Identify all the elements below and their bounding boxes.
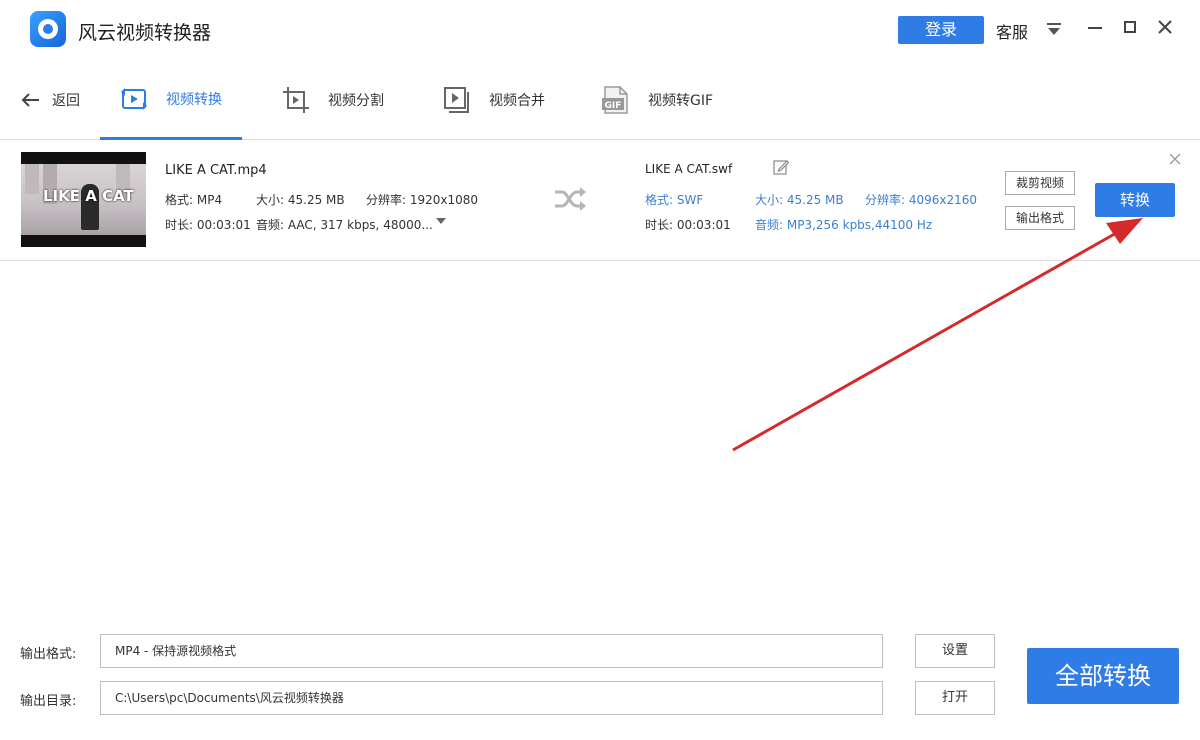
output-size[interactable]: 大小: 45.25 MB: [755, 191, 844, 208]
crop-video-button[interactable]: 裁剪视频: [1005, 171, 1075, 195]
tool-navigation: 返回 视频转换 视频分割 视频合并 GIF 视频转GIF: [0, 60, 1200, 140]
source-file-name: LIKE A CAT.mp4: [165, 163, 267, 178]
back-label: 返回: [52, 92, 80, 109]
back-button[interactable]: 返回: [20, 60, 80, 139]
open-folder-button[interactable]: 打开: [915, 681, 995, 715]
tab-label: 视频分割: [328, 92, 384, 109]
source-format: 格式: MP4: [165, 193, 223, 207]
source-resolution: 分辨率: 1920x1080: [366, 193, 479, 207]
video-thumbnail[interactable]: LIKE A CAT: [21, 152, 146, 247]
source-duration: 时长: 00:03:01: [165, 218, 251, 232]
tab-label: 视频转换: [166, 91, 222, 108]
convert-button[interactable]: 转换: [1095, 183, 1175, 217]
title-bar: 风云视频转换器 登录 客服: [0, 0, 1200, 60]
tab-label: 视频合并: [489, 92, 545, 109]
video-convert-icon: [121, 87, 147, 110]
video-merge-icon: [444, 86, 469, 113]
thumbnail-title: LIKE A CAT: [43, 187, 134, 205]
output-format-button[interactable]: 输出格式: [1005, 206, 1075, 230]
maximize-icon[interactable]: [1124, 21, 1136, 33]
output-format[interactable]: 格式: SWF: [645, 191, 703, 208]
crop-icon: [283, 86, 309, 113]
convert-all-button[interactable]: 全部转换: [1027, 648, 1179, 704]
edit-name-icon[interactable]: [773, 159, 789, 175]
minimize-icon[interactable]: [1088, 27, 1102, 29]
svg-text:GIF: GIF: [605, 101, 622, 111]
output-directory-field[interactable]: C:\Users\pc\Documents\风云视频转换器: [100, 681, 883, 715]
output-format-field[interactable]: MP4 - 保持源视频格式: [100, 634, 883, 668]
tab-video-merge[interactable]: 视频合并: [443, 60, 545, 139]
tab-video-split[interactable]: 视频分割: [282, 60, 384, 139]
gif-icon: GIF: [602, 85, 628, 114]
audio-track-dropdown-icon[interactable]: [436, 218, 446, 224]
login-button[interactable]: 登录: [898, 16, 984, 44]
settings-button[interactable]: 设置: [915, 634, 995, 668]
output-file-name: LIKE A CAT.swf: [645, 162, 733, 176]
tab-video-convert[interactable]: 视频转换: [100, 60, 242, 140]
source-size: 大小: 45.25 MB: [256, 193, 345, 207]
remove-file-icon[interactable]: [1169, 153, 1181, 165]
file-list-item: LIKE A CAT LIKE A CAT.mp4 格式: MP4 大小: 45…: [0, 140, 1200, 261]
tab-label: 视频转GIF: [648, 92, 714, 109]
output-directory-label: 输出目录:: [20, 694, 77, 709]
app-logo-icon: [30, 11, 66, 47]
output-audio[interactable]: 音频: MP3,256 kpbs,44100 Hz: [755, 216, 932, 233]
close-icon[interactable]: [1156, 18, 1174, 36]
output-duration: 时长: 00:03:01: [645, 218, 731, 232]
arrow-left-icon: [21, 92, 39, 107]
customer-service-link[interactable]: 客服: [996, 19, 1028, 43]
app-title: 风云视频转换器: [78, 22, 212, 44]
source-audio: 音频: AAC, 317 kbps, 48000...: [256, 218, 433, 232]
tab-video-to-gif[interactable]: GIF 视频转GIF: [600, 60, 713, 139]
convert-arrow-icon: [555, 187, 586, 211]
output-resolution[interactable]: 分辨率: 4096x2160: [865, 191, 977, 208]
output-format-label: 输出格式:: [20, 647, 77, 662]
dropdown-menu-icon[interactable]: [1046, 22, 1062, 36]
